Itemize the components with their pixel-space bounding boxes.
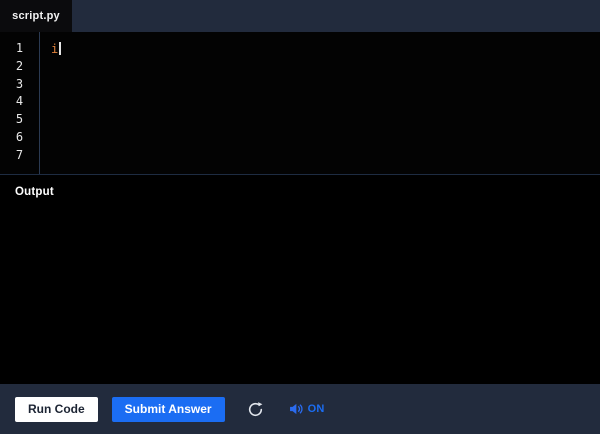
line-number-gutter: 1 2 3 4 5 6 7 [0,32,40,174]
tab-bar: script.py [0,0,600,32]
run-code-button[interactable]: Run Code [15,396,98,422]
tab-title: script.py [12,10,60,22]
refresh-button[interactable] [245,398,267,420]
line-number: 3 [15,76,24,91]
bottom-toolbar: Run Code Submit Answer ON [0,384,600,434]
line-number: 5 [15,112,24,127]
line-number: 2 [15,58,24,73]
code-token: i [51,42,59,56]
speaker-on-icon [289,403,303,415]
line-number: 6 [15,129,24,144]
output-panel: Output [0,175,600,384]
sound-state-label: ON [307,403,325,415]
line-number: 1 [15,41,24,55]
line-number: 7 [15,147,24,162]
code-line: i [51,40,600,59]
text-cursor [59,42,62,55]
output-label: Output [15,186,54,198]
line-number: 4 [15,94,24,109]
refresh-icon [249,401,263,416]
tab-script-py[interactable]: script.py [0,0,72,32]
app-window: script.py 1 2 3 4 5 6 7 i Output Run Code Subm… [0,0,600,434]
code-editor[interactable]: 1 2 3 4 5 6 7 i [0,32,600,175]
sound-toggle[interactable]: ON [289,402,325,416]
submit-answer-button[interactable]: Submit Answer [111,396,225,422]
code-area[interactable]: i [40,32,600,174]
